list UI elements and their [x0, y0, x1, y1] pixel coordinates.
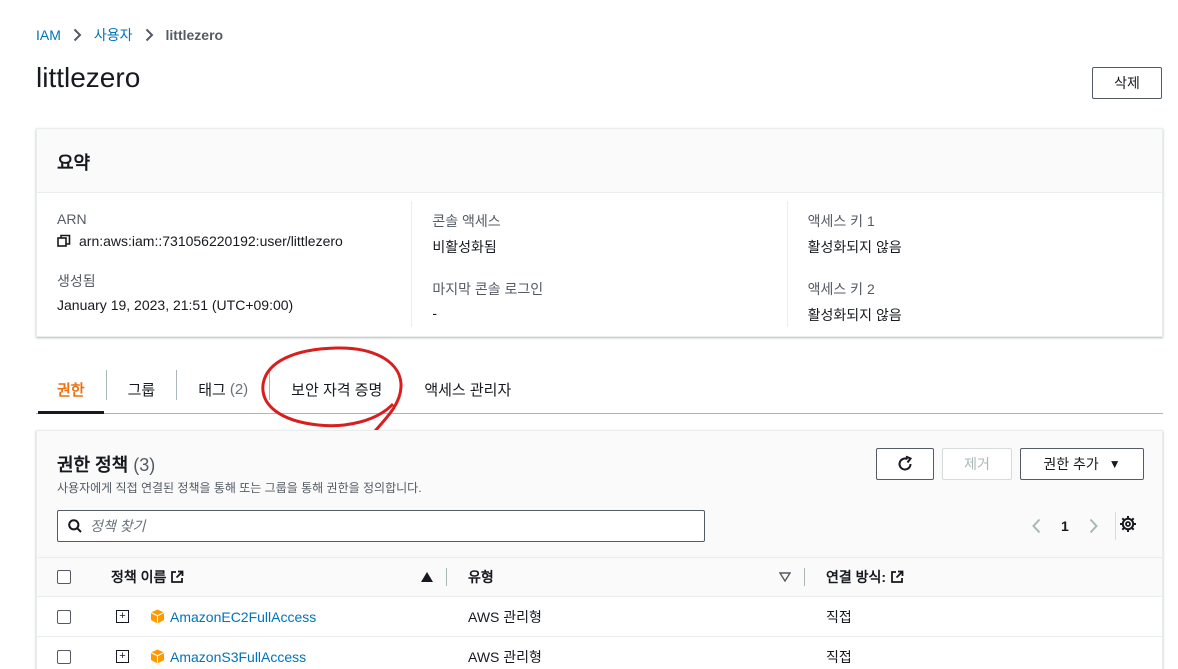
policies-title-text: 권한 정책 [57, 455, 129, 475]
last-login-value: - [432, 305, 437, 321]
policy-name-text: AmazonS3FullAccess [170, 648, 307, 665]
policy-search-input[interactable] [90, 518, 704, 534]
search-icon [68, 519, 82, 533]
policies-title: 권한 정책 (3) [57, 451, 155, 477]
column-header-attached-via[interactable]: 연결 방식: [826, 567, 904, 587]
breadcrumb-iam-link[interactable]: IAM [36, 27, 61, 43]
chevron-right-icon[interactable] [1083, 518, 1105, 534]
arn-label: ARN [57, 211, 87, 227]
summary-panel: 요약 ARN arn:aws:iam::731056220192:user/li… [36, 128, 1163, 337]
permission-policies-panel: 권한 정책 (3) 사용자에게 직접 연결된 정책을 통해 또는 그룹을 통해 … [36, 430, 1163, 669]
row-checkbox[interactable] [57, 609, 71, 624]
created-value: January 19, 2023, 21:51 (UTC+09:00) [57, 297, 294, 313]
summary-column-console: 콘솔 액세스 비활성화됨 마지막 콘솔 로그인 - [411, 201, 786, 327]
sort-unsorted-icon[interactable] [778, 569, 792, 585]
summary-column-arn: ARN arn:aws:iam::731056220192:user/littl… [37, 193, 411, 337]
policy-name-link[interactable]: AmazonEC2FullAccess [150, 609, 316, 625]
tab-groups[interactable]: 그룹 [107, 366, 177, 413]
refresh-icon [898, 455, 913, 471]
page-number[interactable]: 1 [1061, 518, 1069, 534]
copy-icon[interactable] [57, 234, 71, 248]
tab-access-advisor[interactable]: 액세스 관리자 [403, 366, 532, 413]
policy-name-text: AmazonEC2FullAccess [170, 608, 317, 625]
policy-type: AWS 관리형 [468, 648, 542, 665]
tab-permissions-label: 권한 [57, 382, 85, 399]
sort-ascending-icon[interactable] [421, 569, 433, 585]
policy-attached-via: 직접 [826, 608, 852, 625]
access-key-2-label: 액세스 키 2 [807, 281, 875, 297]
summary-title: 요약 [37, 129, 1162, 193]
last-login-label: 마지막 콘솔 로그인 [432, 281, 544, 297]
tab-permissions[interactable]: 권한 [36, 366, 106, 414]
tab-security-credentials[interactable]: 보안 자격 증명 [270, 366, 403, 413]
pager-divider [1114, 512, 1116, 540]
column-policy-name-label: 정책 이름 [111, 569, 167, 585]
policy-attached-via: 직접 [826, 648, 852, 665]
access-key-1-label: 액세스 키 1 [807, 213, 875, 229]
aws-managed-policy-icon [150, 609, 165, 624]
tab-bar: 권한 그룹 태그 (2) 보안 자격 증명 액세스 관리자 [36, 366, 1163, 414]
column-attached-via-label: 연결 방식: [826, 569, 887, 585]
chevron-right-icon [145, 28, 154, 42]
external-link-icon [890, 570, 904, 584]
policy-search [57, 510, 705, 542]
arn-value: arn:aws:iam::731056220192:user/littlezer… [79, 233, 343, 249]
external-link-icon [170, 570, 184, 584]
tab-security-credentials-label: 보안 자격 증명 [291, 382, 383, 399]
tab-tags-label: 태그 [198, 382, 226, 399]
chevron-left-icon[interactable] [1025, 518, 1047, 534]
expand-icon[interactable]: + [116, 650, 129, 663]
aws-managed-policy-icon [150, 649, 165, 664]
column-divider [446, 568, 447, 586]
breadcrumb-current: littlezero [165, 27, 224, 43]
policy-type: AWS 관리형 [468, 608, 542, 625]
column-divider [804, 568, 805, 586]
delete-button[interactable]: 삭제 [1092, 67, 1162, 99]
table-header: 정책 이름 유형 연결 방식: [37, 557, 1162, 597]
row-checkbox[interactable] [57, 649, 71, 664]
table-row: + AmazonEC2FullAccess AWS 관리형 직접 [37, 597, 1162, 637]
tab-tags-count: (2) [229, 381, 249, 398]
select-all-checkbox[interactable] [57, 570, 71, 584]
add-permissions-label: 권한 추가 [1043, 456, 1099, 472]
created-label: 생성됨 [57, 273, 96, 289]
tab-groups-label: 그룹 [127, 382, 156, 399]
expand-icon[interactable]: + [116, 610, 129, 623]
table-row: + AmazonS3FullAccess AWS 관리형 직접 [37, 637, 1162, 669]
tab-tags[interactable]: 태그 (2) [177, 366, 269, 413]
access-key-1-value: 활성화되지 않음 [807, 239, 902, 255]
chevron-right-icon [73, 28, 82, 42]
policy-name-link[interactable]: AmazonS3FullAccess [150, 649, 306, 665]
page-title: littlezero [36, 62, 141, 93]
policies-table: 정책 이름 유형 연결 방식: + AmazonEC2FullAccess AW… [37, 557, 1162, 669]
remove-button[interactable]: 제거 [942, 448, 1012, 480]
access-key-2-value: 활성화되지 않음 [807, 307, 902, 323]
column-header-type[interactable]: 유형 [468, 567, 494, 587]
pagination: 1 [1025, 512, 1116, 540]
summary-column-keys: 액세스 키 1 활성화되지 않음 액세스 키 2 활성화되지 않음 [786, 201, 1162, 327]
policies-description: 사용자에게 직접 연결된 정책을 통해 또는 그룹을 통해 권한을 정의합니다. [57, 481, 422, 495]
console-access-label: 콘솔 액세스 [432, 213, 501, 229]
column-header-policy-name[interactable]: 정책 이름 [111, 567, 184, 587]
add-permissions-button[interactable]: 권한 추가 ▼ [1020, 448, 1144, 480]
refresh-button[interactable] [876, 448, 934, 480]
policies-count: (3) [133, 455, 156, 475]
caret-down-icon: ▼ [1108, 457, 1121, 471]
breadcrumb-users-link[interactable]: 사용자 [94, 25, 133, 45]
console-access-value: 비활성화됨 [432, 239, 497, 255]
gear-icon[interactable] [1119, 515, 1137, 533]
tab-access-advisor-label: 액세스 관리자 [424, 382, 512, 399]
breadcrumb: IAM 사용자 littlezero [36, 25, 223, 45]
